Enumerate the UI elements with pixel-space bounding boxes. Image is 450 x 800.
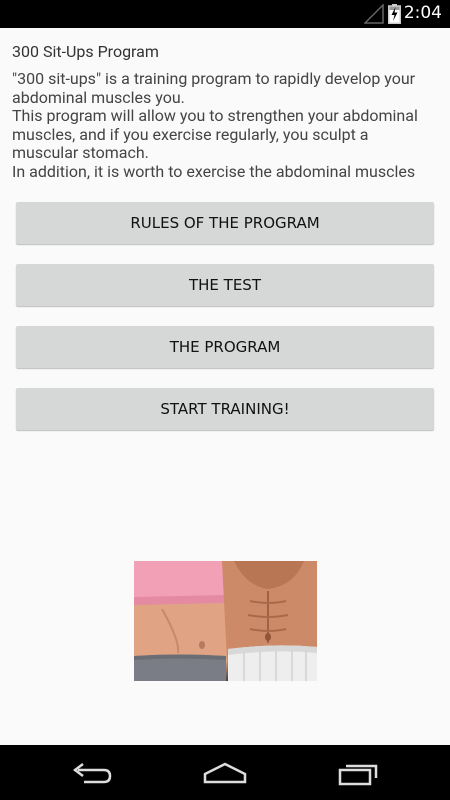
start-training-button[interactable]: START TRAINING! (16, 388, 434, 430)
intro-line: This program will allow you to strengthe… (12, 106, 418, 163)
navigation-bar (0, 745, 450, 800)
status-bar: 2:04 (0, 0, 450, 28)
recent-apps-icon[interactable] (338, 758, 382, 788)
intro-line: "300 sit-ups" is a training program to r… (12, 70, 416, 107)
abs-photo (134, 561, 317, 681)
status-time: 2:04 (403, 3, 442, 23)
home-icon[interactable] (201, 758, 249, 788)
battery-charging-icon (388, 4, 401, 24)
intro-line: In addition, it is worth to exercise the… (12, 161, 416, 181)
the-program-button[interactable]: THE PROGRAM (16, 326, 434, 368)
back-icon[interactable] (70, 758, 114, 788)
intro-text: "300 sit-ups" is a training program to r… (12, 70, 438, 187)
rules-of-the-program-button[interactable]: RULES OF THE PROGRAM (16, 202, 434, 244)
signal-icon (364, 4, 384, 24)
the-test-button[interactable]: THE TEST (16, 264, 434, 306)
app-title: 300 Sit-Ups Program (12, 42, 159, 61)
